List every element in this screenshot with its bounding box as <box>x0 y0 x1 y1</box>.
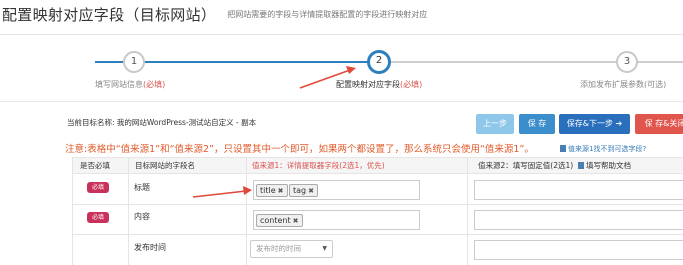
required-badge: 必填 <box>87 212 109 223</box>
table-row-divider <box>72 234 683 235</box>
field-name: 内容 <box>134 212 150 221</box>
save-button[interactable]: 保 存 <box>519 114 555 134</box>
remove-tag-icon[interactable]: ✖ <box>278 187 284 195</box>
source1-tag-input[interactable]: content ✖ <box>253 210 420 230</box>
table-col-divider <box>246 157 247 265</box>
col-header-source1: 值来源1：详情提取器字段(2选1，优先) <box>252 161 385 170</box>
wizard-step-1-label: 填写网站信息(必填) <box>95 80 166 89</box>
save-close-button[interactable]: 保 存&关闭 <box>635 114 683 134</box>
fixed-value-input[interactable] <box>474 180 683 200</box>
help-doc-link[interactable]: 填写帮助文档 <box>578 158 631 174</box>
table-col-divider <box>467 157 468 265</box>
field-name: 标题 <box>134 183 150 192</box>
prev-step-button[interactable]: 上一步 <box>476 114 514 134</box>
required-badge: 必填 <box>87 182 109 193</box>
page-subtitle: 把网站需要的字段与详情提取器配置的字段进行映射对应 <box>227 10 428 19</box>
wizard-step-2-label: 配置映射对应字段(必填) <box>336 80 423 89</box>
notice-text: 注意:表格中“值来源1”和“值来源2”，只设置其中一个即可，如果两个都设置了，那… <box>65 144 534 155</box>
table-col-divider <box>128 157 129 265</box>
caret-down-icon: ▼ <box>322 245 327 252</box>
wizard-step-3[interactable]: 3 <box>616 51 638 73</box>
fixed-value-input[interactable] <box>474 210 683 230</box>
field-name: 发布时间 <box>134 243 166 252</box>
current-target-name: 当前目标名称: 我的网站WordPress-测试站自定义 - 副本 <box>67 118 257 127</box>
tag-chip[interactable]: tag ✖ <box>289 184 318 197</box>
source1-help-link[interactable]: 值来源1找不到可选字段? <box>560 144 646 154</box>
source1-tag-input[interactable]: title ✖ tag ✖ <box>253 180 420 200</box>
save-next-button[interactable]: 保存&下一步 ➔ <box>559 114 630 134</box>
header-divider <box>0 34 683 35</box>
page-title: 配置映射对应字段（目标网站） <box>2 6 217 24</box>
wizard-step-3-label: 添加发布扩展参数(可选) <box>580 80 667 89</box>
document-icon <box>578 162 584 169</box>
table-row-divider <box>72 204 683 205</box>
col-header-source2: 值来源2：填写固定值(2选1) <box>478 161 574 170</box>
publish-time-select[interactable]: 发布时的时间 ▼ <box>250 240 333 258</box>
wizard-step-1[interactable]: 1 <box>123 51 145 73</box>
document-icon <box>560 145 566 152</box>
fixed-value-input[interactable] <box>474 240 683 260</box>
tag-chip[interactable]: title ✖ <box>256 184 288 197</box>
remove-tag-icon[interactable]: ✖ <box>293 217 299 225</box>
section-divider <box>0 101 683 102</box>
col-header-required: 是否必填 <box>80 161 110 170</box>
table-border-left <box>72 157 73 265</box>
mapping-table-header: 是否必填 目标网站的字段名 值来源1：详情提取器字段(2选1，优先) 值来源2：… <box>72 157 683 174</box>
page-header: 配置映射对应字段（目标网站） 把网站需要的字段与详情提取器配置的字段进行映射对应 <box>2 4 427 26</box>
remove-tag-icon[interactable]: ✖ <box>308 187 314 195</box>
tag-chip[interactable]: content ✖ <box>256 214 303 227</box>
col-header-field: 目标网站的字段名 <box>135 161 195 170</box>
wizard-step-2[interactable]: 2 <box>367 50 391 74</box>
arrow-to-tag-input <box>192 186 252 198</box>
